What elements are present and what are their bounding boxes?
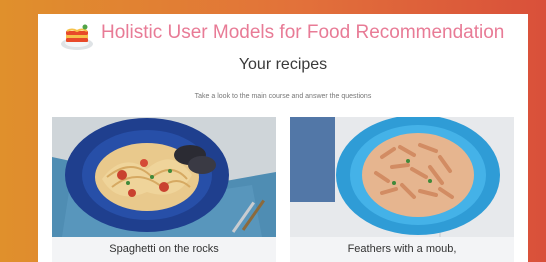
- app-title: Holistic User Models for Food Recommenda…: [101, 22, 505, 43]
- penne-plate-image: [290, 117, 514, 237]
- recipe-name: Feathers with a moub,: [347, 243, 457, 255]
- recipe-card-penne[interactable]: Feathers with a moub,: [290, 117, 514, 262]
- lasagna-plate-icon: [61, 24, 93, 50]
- recipe-card-spaghetti[interactable]: Spaghetti on the rocks: [52, 117, 276, 262]
- main-card: Holistic User Models for Food Recommenda…: [38, 14, 528, 262]
- app-header: Holistic User Models for Food Recommenda…: [38, 14, 528, 54]
- instruction-text: Take a look to the main course and answe…: [194, 93, 372, 100]
- spaghetti-plate-image: [52, 117, 276, 237]
- recipe-name: Spaghetti on the rocks: [109, 243, 219, 255]
- page-title: Your recipes: [238, 56, 328, 73]
